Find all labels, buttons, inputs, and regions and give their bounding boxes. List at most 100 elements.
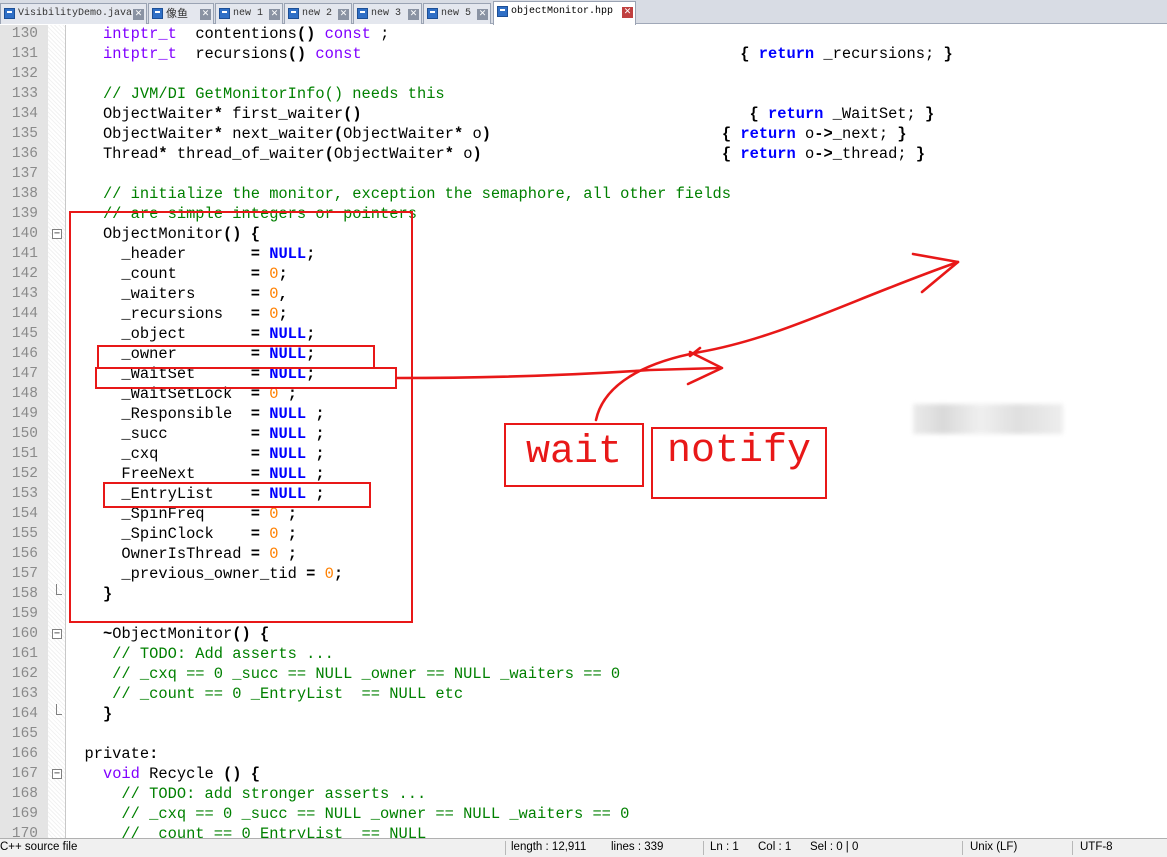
code-line[interactable]: 165 [0,724,1167,744]
code-line[interactable]: 167 − void Recycle () { [0,764,1167,784]
code-line[interactable]: 133 // JVM/DI GetMonitorInfo() needs thi… [0,84,1167,104]
status-file-type: C++ source file [0,841,78,853]
code-line[interactable]: 131 intptr_t recursions() const { return… [0,44,1167,64]
line-number: 156 [11,546,38,562]
code-text: Thread* thread_of_waiter(ObjectWaiter* o… [66,144,925,164]
code-line[interactable]: 170 // _count == 0 EntryList == NULL [0,824,1167,838]
code-token: () [287,45,307,63]
code-line[interactable]: 134 ObjectWaiter* first_waiter() { retur… [0,104,1167,124]
fold-icon[interactable]: − [52,629,62,639]
code-token: { [721,145,741,163]
code-token: o [463,125,482,143]
line-number: 169 [11,806,38,822]
line-number: 148 [11,386,38,402]
status-sel: Sel : 0 | 0 [810,841,859,853]
code-line[interactable]: 169 // _cxq == 0 _succ == NULL _owner ==… [0,804,1167,824]
status-eol: Unix (LF) [970,841,1018,853]
line-number: 166 [11,746,38,762]
tab-visibilitydemo[interactable]: VisibilityDemo.java ✕ [0,3,147,24]
line-number: 144 [11,306,38,322]
line-number: 147 [11,366,38,382]
code-token: ObjectWaiter [66,105,214,123]
code-token: recursions [176,45,288,63]
code-token: intptr_t [102,25,177,43]
line-number: 131 [11,46,38,62]
code-token: // _count == 0 EntryList == NULL [66,825,427,838]
code-line[interactable]: 164 } [0,704,1167,724]
code-token: thread_of_waiter [167,145,325,163]
line-number: 153 [11,486,38,502]
code-line[interactable]: 162 // _cxq == 0 _succ == NULL _owner ==… [0,664,1167,684]
tab-objectmonitor[interactable]: objectMonitor.hpp ✕ [493,1,636,25]
code-token: // TODO: Add asserts ... [66,645,334,663]
close-icon[interactable]: ✕ [133,9,144,20]
tab-label: new 3 [371,8,402,19]
file-icon [497,6,508,17]
close-icon[interactable]: ✕ [477,9,488,20]
annotation-wait-label: wait [525,430,622,475]
code-line[interactable]: 166 private: [0,744,1167,764]
code-token: { [740,45,759,63]
line-number: 149 [11,406,38,422]
code-token: () [296,25,316,43]
code-line[interactable]: 163 // _count == 0 _EntryList == NULL et… [0,684,1167,704]
line-number: 145 [11,326,38,342]
tab-new-3[interactable]: new 3 ✕ [353,3,422,24]
close-icon[interactable]: ✕ [622,7,633,18]
code-token: } [925,105,935,123]
line-number: 154 [11,506,38,522]
line-number: 151 [11,446,38,462]
close-icon[interactable]: ✕ [408,9,419,20]
code-line[interactable]: 136 Thread* thread_of_waiter(ObjectWaite… [0,144,1167,164]
code-text: ~ObjectMonitor() { [66,624,269,644]
code-text: } [66,704,112,724]
tab-label: 像鱼 [166,7,188,20]
code-token: * [158,145,168,163]
code-line[interactable]: 160 − ~ObjectMonitor() { [0,624,1167,644]
code-token: -> [814,125,833,143]
code-text: void Recycle () { [66,764,260,784]
code-token: () { [232,625,270,643]
file-icon [152,8,163,19]
code-token: // _count == 0 _EntryList == NULL etc [66,685,464,703]
line-number: 134 [11,106,38,122]
code-token: : [149,745,159,763]
fold-icon[interactable]: − [52,229,62,239]
tab-new-2[interactable]: new 2 ✕ [284,3,352,24]
close-icon[interactable]: ✕ [269,9,280,20]
status-divider [703,841,704,855]
tab-new-1[interactable]: new 1 ✕ [215,3,283,24]
status-encoding: UTF-8 [1080,841,1113,853]
code-text: intptr_t recursions() const { return _re… [66,44,953,64]
code-token: // _cxq == 0 _succ == NULL _owner == NUL… [66,805,630,823]
code-token: first_waiter [223,105,344,123]
tab-xiangyu[interactable]: 像鱼 ✕ [148,3,214,24]
code-line[interactable]: 130 intptr_t contentions() const ; [0,25,1167,44]
file-icon [427,8,438,19]
close-icon[interactable]: ✕ [338,9,349,20]
fold-icon[interactable]: − [52,769,62,779]
line-number: 139 [11,206,38,222]
tab-label: new 2 [302,8,333,19]
code-token: o [795,125,815,143]
code-token: Thread [66,145,159,163]
code-line[interactable]: 132 [0,64,1167,84]
code-token: _recursions; [814,45,944,63]
code-line[interactable]: 168 // TODO: add stronger asserts ... [0,784,1167,804]
code-line[interactable]: 138 // initialize the monitor, exception… [0,184,1167,204]
code-line[interactable]: 135 ObjectWaiter* next_waiter(ObjectWait… [0,124,1167,144]
code-line[interactable]: 137 [0,164,1167,184]
code-token: ) [481,125,491,143]
tab-new-5[interactable]: new 5 ✕ [423,3,491,24]
code-line[interactable]: 161 // TODO: Add asserts ... [0,644,1167,664]
code-token: } [102,705,113,723]
line-number: 165 [11,726,38,742]
annotation-box-entrylist [103,482,371,508]
status-ln: Ln : 1 [710,841,739,853]
close-icon[interactable]: ✕ [200,9,211,20]
